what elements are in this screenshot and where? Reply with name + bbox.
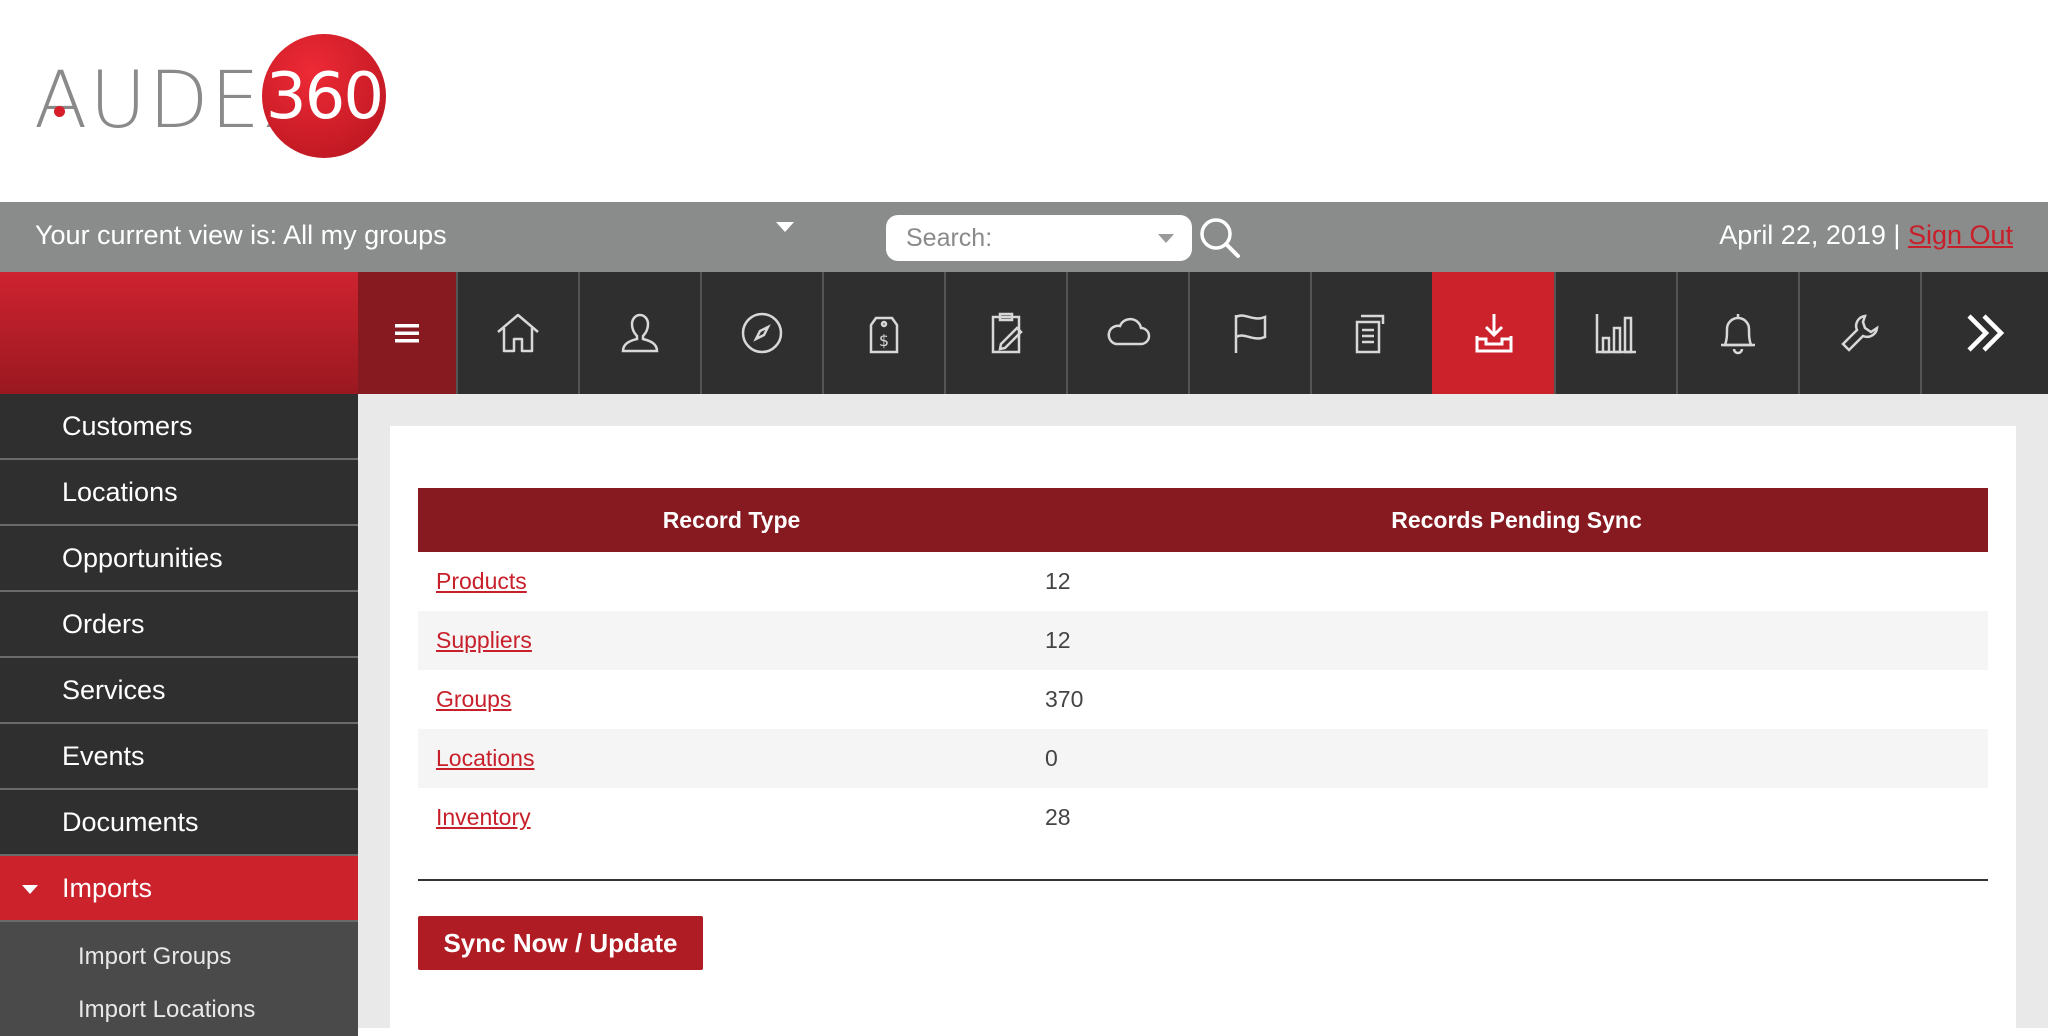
date-area: April 22, 2019 | Sign Out: [1719, 220, 2013, 251]
compass-icon: [741, 312, 783, 354]
sidebar-item-documents[interactable]: Documents: [0, 790, 358, 856]
nav-tasks[interactable]: [944, 272, 1066, 394]
sidebar-item-label: Opportunities: [62, 543, 223, 573]
current-view-label[interactable]: Your current view is: All my groups: [35, 220, 447, 251]
table-row: Locations 0: [418, 729, 1988, 788]
view-bar: Your current view is: All my groups Apri…: [0, 202, 2048, 272]
table-row: Inventory 28: [418, 788, 1988, 847]
nav-flags[interactable]: [1188, 272, 1310, 394]
main-navigation: $: [0, 272, 2048, 394]
sidebar-item-label: Locations: [62, 477, 178, 507]
sign-out-link[interactable]: Sign Out: [1908, 220, 2013, 250]
sidebar-item-label: Customers: [62, 411, 193, 441]
bar-chart-icon: [1595, 314, 1636, 354]
pending-count: 28: [1045, 804, 1071, 830]
table-bottom-rule: [418, 879, 1988, 881]
sidebar: Customers Locations Opportunities Orders…: [0, 394, 358, 1036]
record-type-link[interactable]: Products: [436, 568, 527, 594]
search-input[interactable]: [906, 223, 1146, 253]
sync-table: Record Type Records Pending Sync Product…: [418, 488, 1988, 847]
logo-number: 360: [265, 60, 384, 134]
record-type-link[interactable]: Suppliers: [436, 627, 532, 653]
documents-icon: [1355, 314, 1385, 354]
sidebar-item-opportunities[interactable]: Opportunities: [0, 526, 358, 592]
sidebar-item-label: Events: [62, 741, 145, 771]
sidebar-item-label: Services: [62, 675, 166, 705]
clipboard-edit-icon: [991, 312, 1023, 354]
nav-settings[interactable]: [1798, 272, 1920, 394]
home-icon: [497, 313, 539, 353]
menu-button[interactable]: [358, 272, 456, 394]
wrench-icon: [1841, 314, 1879, 352]
record-type-link[interactable]: Groups: [436, 686, 511, 712]
sidebar-item-locations[interactable]: Locations: [0, 460, 358, 526]
double-chevron-right-icon: [1967, 314, 2005, 352]
record-type-link[interactable]: Locations: [436, 745, 534, 771]
audex360-logo[interactable]: AUDEX 360: [34, 34, 394, 160]
view-dropdown-icon[interactable]: [776, 222, 794, 232]
sidebar-item-label: Orders: [62, 609, 145, 639]
sidebar-item-events[interactable]: Events: [0, 724, 358, 790]
menu-icon: [395, 324, 419, 343]
cloud-icon: [1107, 317, 1151, 346]
nav-documents[interactable]: [1310, 272, 1432, 394]
sidebar-item-imports[interactable]: Imports: [0, 856, 358, 922]
nav-notifications[interactable]: [1676, 272, 1798, 394]
logo-dot: [54, 106, 65, 117]
flag-icon: [1234, 314, 1267, 353]
pending-count: 12: [1045, 627, 1071, 653]
search-dropdown-icon[interactable]: [1158, 234, 1174, 243]
nav-pricing[interactable]: $: [822, 272, 944, 394]
table-row: Groups 370: [418, 670, 1988, 729]
sidebar-subitem-import-locations[interactable]: Import Locations: [0, 983, 358, 1036]
person-icon: [621, 313, 659, 353]
search-icon[interactable]: [1198, 216, 1242, 260]
current-date: April 22, 2019 |: [1719, 220, 1908, 250]
price-tag-icon: $: [869, 316, 899, 354]
inbox-download-icon: [1475, 314, 1513, 353]
table-row: Products 12: [418, 552, 1988, 611]
search-box[interactable]: [886, 215, 1192, 261]
nav-contacts[interactable]: [578, 272, 700, 394]
nav-home[interactable]: [456, 272, 578, 394]
svg-text:$: $: [879, 331, 889, 350]
expand-caret-icon: [22, 885, 38, 894]
record-type-link[interactable]: Inventory: [436, 804, 531, 830]
sidebar-item-orders[interactable]: Orders: [0, 592, 358, 658]
nav-reports[interactable]: [1554, 272, 1676, 394]
table-header-row: Record Type Records Pending Sync: [418, 488, 1988, 552]
submenu-spacer: [0, 922, 358, 930]
sidebar-item-label: Documents: [62, 807, 199, 837]
nav-explore[interactable]: [700, 272, 822, 394]
nav-more[interactable]: [1920, 272, 2048, 394]
column-header-pending-sync: Records Pending Sync: [1391, 506, 1642, 533]
pending-count: 0: [1045, 745, 1058, 771]
nav-imports[interactable]: [1432, 272, 1554, 394]
sidebar-item-label: Imports: [62, 873, 153, 903]
nav-brand-area: [0, 272, 358, 394]
header: AUDEX 360: [0, 0, 2048, 202]
sync-now-button[interactable]: Sync Now / Update: [418, 916, 703, 970]
column-header-record-type: Record Type: [662, 506, 801, 533]
sidebar-item-services[interactable]: Services: [0, 658, 358, 724]
pending-count: 12: [1045, 568, 1071, 594]
bell-icon: [1721, 314, 1755, 355]
pending-count: 370: [1045, 686, 1084, 712]
sidebar-item-customers[interactable]: Customers: [0, 394, 358, 460]
main-content: Record Type Records Pending Sync Product…: [358, 394, 2048, 1036]
sync-card: Record Type Records Pending Sync Product…: [390, 426, 2016, 1036]
sidebar-subitem-import-groups[interactable]: Import Groups: [0, 930, 358, 983]
table-row: Suppliers 12: [418, 611, 1988, 670]
nav-cloud[interactable]: [1066, 272, 1188, 394]
